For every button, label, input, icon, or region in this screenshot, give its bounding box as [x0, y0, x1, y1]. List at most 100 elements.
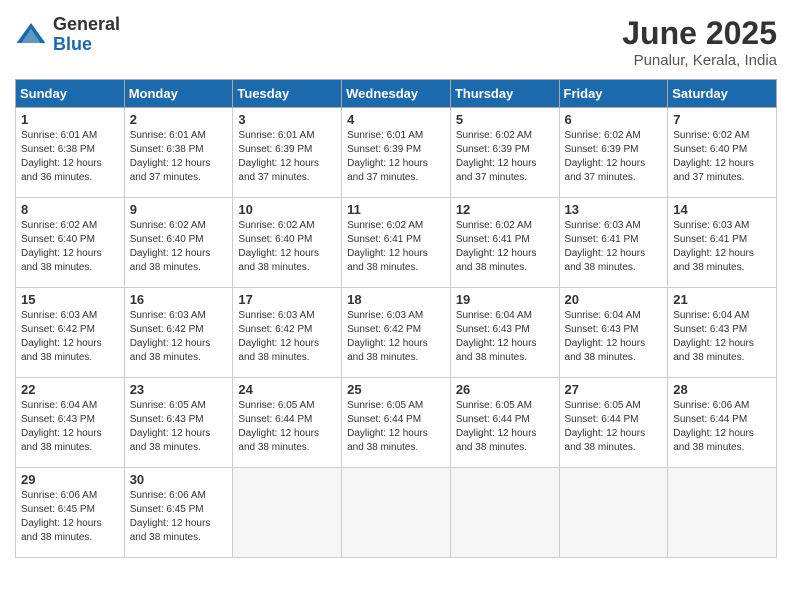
table-row: 26 Sunrise: 6:05 AMSunset: 6:44 PMDaylig… — [450, 378, 559, 468]
col-thursday: Thursday — [450, 80, 559, 108]
table-row: 14 Sunrise: 6:03 AMSunset: 6:41 PMDaylig… — [668, 198, 777, 288]
cell-info: Sunrise: 6:04 AMSunset: 6:43 PMDaylight:… — [21, 400, 102, 453]
day-number: 29 — [21, 472, 119, 487]
day-number: 27 — [565, 382, 663, 397]
table-row: 8 Sunrise: 6:02 AMSunset: 6:40 PMDayligh… — [16, 198, 125, 288]
day-number: 23 — [130, 382, 228, 397]
day-number: 28 — [673, 382, 771, 397]
day-number: 19 — [456, 292, 554, 307]
week-row: 15 Sunrise: 6:03 AMSunset: 6:42 PMDaylig… — [16, 288, 777, 378]
cell-info: Sunrise: 6:03 AMSunset: 6:42 PMDaylight:… — [130, 310, 211, 363]
cell-info: Sunrise: 6:01 AMSunset: 6:38 PMDaylight:… — [130, 130, 211, 183]
title-area: June 2025 Punalur, Kerala, India — [622, 15, 777, 69]
day-number: 25 — [347, 382, 445, 397]
table-row: 11 Sunrise: 6:02 AMSunset: 6:41 PMDaylig… — [342, 198, 451, 288]
logo-icon — [15, 19, 47, 51]
logo-text: General Blue — [53, 15, 120, 55]
cell-info: Sunrise: 6:03 AMSunset: 6:42 PMDaylight:… — [238, 310, 319, 363]
day-number: 21 — [673, 292, 771, 307]
cell-info: Sunrise: 6:03 AMSunset: 6:41 PMDaylight:… — [673, 220, 754, 273]
cell-info: Sunrise: 6:05 AMSunset: 6:44 PMDaylight:… — [347, 400, 428, 453]
empty-cell — [450, 468, 559, 558]
cell-info: Sunrise: 6:05 AMSunset: 6:44 PMDaylight:… — [565, 400, 646, 453]
table-row: 27 Sunrise: 6:05 AMSunset: 6:44 PMDaylig… — [559, 378, 668, 468]
day-number: 8 — [21, 202, 119, 217]
table-row: 1 Sunrise: 6:01 AMSunset: 6:38 PMDayligh… — [16, 108, 125, 198]
table-row: 13 Sunrise: 6:03 AMSunset: 6:41 PMDaylig… — [559, 198, 668, 288]
logo-general-text: General — [53, 15, 120, 35]
table-row: 5 Sunrise: 6:02 AMSunset: 6:39 PMDayligh… — [450, 108, 559, 198]
day-number: 14 — [673, 202, 771, 217]
calendar-header-row: Sunday Monday Tuesday Wednesday Thursday… — [16, 80, 777, 108]
week-row: 8 Sunrise: 6:02 AMSunset: 6:40 PMDayligh… — [16, 198, 777, 288]
day-number: 10 — [238, 202, 336, 217]
table-row: 15 Sunrise: 6:03 AMSunset: 6:42 PMDaylig… — [16, 288, 125, 378]
cell-info: Sunrise: 6:01 AMSunset: 6:39 PMDaylight:… — [238, 130, 319, 183]
day-number: 24 — [238, 382, 336, 397]
col-monday: Monday — [124, 80, 233, 108]
table-row: 30 Sunrise: 6:06 AMSunset: 6:45 PMDaylig… — [124, 468, 233, 558]
day-number: 6 — [565, 112, 663, 127]
table-row: 16 Sunrise: 6:03 AMSunset: 6:42 PMDaylig… — [124, 288, 233, 378]
logo-blue-text: Blue — [53, 35, 120, 55]
cell-info: Sunrise: 6:05 AMSunset: 6:43 PMDaylight:… — [130, 400, 211, 453]
cell-info: Sunrise: 6:04 AMSunset: 6:43 PMDaylight:… — [456, 310, 537, 363]
empty-cell — [233, 468, 342, 558]
table-row: 18 Sunrise: 6:03 AMSunset: 6:42 PMDaylig… — [342, 288, 451, 378]
table-row: 6 Sunrise: 6:02 AMSunset: 6:39 PMDayligh… — [559, 108, 668, 198]
table-row: 24 Sunrise: 6:05 AMSunset: 6:44 PMDaylig… — [233, 378, 342, 468]
empty-cell — [559, 468, 668, 558]
table-row: 2 Sunrise: 6:01 AMSunset: 6:38 PMDayligh… — [124, 108, 233, 198]
table-row: 25 Sunrise: 6:05 AMSunset: 6:44 PMDaylig… — [342, 378, 451, 468]
col-friday: Friday — [559, 80, 668, 108]
table-row: 4 Sunrise: 6:01 AMSunset: 6:39 PMDayligh… — [342, 108, 451, 198]
day-number: 9 — [130, 202, 228, 217]
day-number: 4 — [347, 112, 445, 127]
day-number: 30 — [130, 472, 228, 487]
table-row: 23 Sunrise: 6:05 AMSunset: 6:43 PMDaylig… — [124, 378, 233, 468]
cell-info: Sunrise: 6:06 AMSunset: 6:45 PMDaylight:… — [130, 490, 211, 543]
day-number: 17 — [238, 292, 336, 307]
cell-info: Sunrise: 6:02 AMSunset: 6:40 PMDaylight:… — [21, 220, 102, 273]
table-row: 10 Sunrise: 6:02 AMSunset: 6:40 PMDaylig… — [233, 198, 342, 288]
day-number: 7 — [673, 112, 771, 127]
cell-info: Sunrise: 6:02 AMSunset: 6:40 PMDaylight:… — [130, 220, 211, 273]
cell-info: Sunrise: 6:02 AMSunset: 6:41 PMDaylight:… — [347, 220, 428, 273]
empty-cell — [668, 468, 777, 558]
week-row: 29 Sunrise: 6:06 AMSunset: 6:45 PMDaylig… — [16, 468, 777, 558]
table-row: 29 Sunrise: 6:06 AMSunset: 6:45 PMDaylig… — [16, 468, 125, 558]
table-row: 12 Sunrise: 6:02 AMSunset: 6:41 PMDaylig… — [450, 198, 559, 288]
table-row: 19 Sunrise: 6:04 AMSunset: 6:43 PMDaylig… — [450, 288, 559, 378]
day-number: 18 — [347, 292, 445, 307]
week-row: 1 Sunrise: 6:01 AMSunset: 6:38 PMDayligh… — [16, 108, 777, 198]
cell-info: Sunrise: 6:06 AMSunset: 6:44 PMDaylight:… — [673, 400, 754, 453]
cell-info: Sunrise: 6:05 AMSunset: 6:44 PMDaylight:… — [238, 400, 319, 453]
col-sunday: Sunday — [16, 80, 125, 108]
cell-info: Sunrise: 6:01 AMSunset: 6:38 PMDaylight:… — [21, 130, 102, 183]
day-number: 20 — [565, 292, 663, 307]
day-number: 3 — [238, 112, 336, 127]
day-number: 15 — [21, 292, 119, 307]
day-number: 22 — [21, 382, 119, 397]
empty-cell — [342, 468, 451, 558]
logo: General Blue — [15, 15, 120, 55]
day-number: 16 — [130, 292, 228, 307]
cell-info: Sunrise: 6:02 AMSunset: 6:39 PMDaylight:… — [456, 130, 537, 183]
day-number: 5 — [456, 112, 554, 127]
table-row: 22 Sunrise: 6:04 AMSunset: 6:43 PMDaylig… — [16, 378, 125, 468]
col-wednesday: Wednesday — [342, 80, 451, 108]
table-row: 9 Sunrise: 6:02 AMSunset: 6:40 PMDayligh… — [124, 198, 233, 288]
cell-info: Sunrise: 6:05 AMSunset: 6:44 PMDaylight:… — [456, 400, 537, 453]
cell-info: Sunrise: 6:01 AMSunset: 6:39 PMDaylight:… — [347, 130, 428, 183]
table-row: 3 Sunrise: 6:01 AMSunset: 6:39 PMDayligh… — [233, 108, 342, 198]
month-title: June 2025 — [622, 15, 777, 52]
cell-info: Sunrise: 6:02 AMSunset: 6:39 PMDaylight:… — [565, 130, 646, 183]
day-number: 13 — [565, 202, 663, 217]
col-saturday: Saturday — [668, 80, 777, 108]
day-number: 11 — [347, 202, 445, 217]
table-row: 7 Sunrise: 6:02 AMSunset: 6:40 PMDayligh… — [668, 108, 777, 198]
cell-info: Sunrise: 6:03 AMSunset: 6:42 PMDaylight:… — [21, 310, 102, 363]
cell-info: Sunrise: 6:06 AMSunset: 6:45 PMDaylight:… — [21, 490, 102, 543]
cell-info: Sunrise: 6:02 AMSunset: 6:41 PMDaylight:… — [456, 220, 537, 273]
table-row: 20 Sunrise: 6:04 AMSunset: 6:43 PMDaylig… — [559, 288, 668, 378]
